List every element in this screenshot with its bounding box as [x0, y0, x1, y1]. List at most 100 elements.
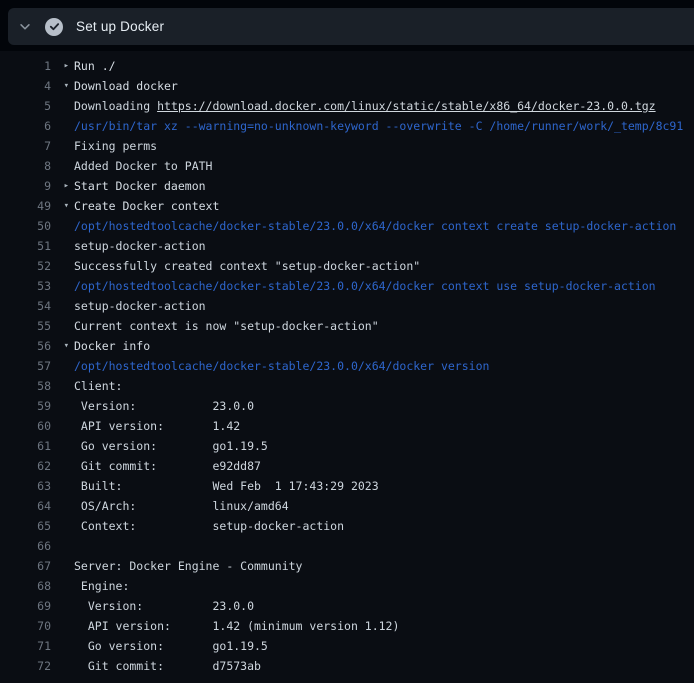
log: 1 ▸ Run ./ 4 ▾ Download docker 5 Downloa…: [0, 56, 694, 676]
group-gutter: [51, 436, 74, 456]
log-line-content: /opt/hostedtoolcache/docker-stable/23.0.…: [74, 216, 694, 236]
line-number[interactable]: 58: [0, 376, 51, 396]
log-line-content: Client:: [74, 376, 694, 396]
step-header[interactable]: Set up Docker: [8, 8, 694, 45]
line-number[interactable]: 63: [0, 476, 51, 496]
line-number[interactable]: 8: [0, 156, 51, 176]
log-line-content: /opt/hostedtoolcache/docker-stable/23.0.…: [74, 276, 694, 296]
line-number[interactable]: 9: [0, 176, 51, 196]
log-line: 62 Git commit: e92dd87: [0, 456, 694, 476]
line-number[interactable]: 62: [0, 456, 51, 476]
line-number[interactable]: 61: [0, 436, 51, 456]
group-gutter: [51, 596, 74, 616]
log-line: 55 Current context is now "setup-docker-…: [0, 316, 694, 336]
log-line: 60 API version: 1.42: [0, 416, 694, 436]
log-text: Git commit: d7573ab: [74, 659, 261, 673]
line-number[interactable]: 64: [0, 496, 51, 516]
line-number[interactable]: 72: [0, 656, 51, 676]
triangle-right-icon[interactable]: ▸: [51, 56, 74, 76]
group-gutter: [51, 356, 74, 376]
log-line: 61 Go version: go1.19.5: [0, 436, 694, 456]
log-line-content: OS/Arch: linux/amd64: [74, 496, 694, 516]
line-number[interactable]: 50: [0, 216, 51, 236]
log-line-content: Go version: go1.19.5: [74, 436, 694, 456]
group-gutter: [51, 396, 74, 416]
line-number[interactable]: 65: [0, 516, 51, 536]
line-number[interactable]: 53: [0, 276, 51, 296]
log-line-content: Go version: go1.19.5: [74, 636, 694, 656]
log-line: 51 setup-docker-action: [0, 236, 694, 256]
log-line-content: Start Docker daemon: [74, 176, 694, 196]
line-number[interactable]: 67: [0, 556, 51, 576]
log-text: OS/Arch: linux/amd64: [74, 499, 289, 513]
triangle-down-icon[interactable]: ▾: [51, 336, 74, 356]
chevron-down-icon[interactable]: [17, 19, 33, 35]
log-line-content: Successfully created context "setup-dock…: [74, 256, 694, 276]
line-number[interactable]: 7: [0, 136, 51, 156]
line-number[interactable]: 54: [0, 296, 51, 316]
triangle-down-icon[interactable]: ▾: [51, 76, 74, 96]
log-text: API version: 1.42 (minimum version 1.12): [74, 619, 399, 633]
log-group-line[interactable]: 49 ▾ Create Docker context: [0, 196, 694, 216]
line-number[interactable]: 68: [0, 576, 51, 596]
log-line: 7 Fixing perms: [0, 136, 694, 156]
log-line-content: Version: 23.0.0: [74, 396, 694, 416]
log-line-content: Added Docker to PATH: [74, 156, 694, 176]
log-line-content: API version: 1.42: [74, 416, 694, 436]
line-number[interactable]: 6: [0, 116, 51, 136]
line-number[interactable]: 66: [0, 536, 51, 556]
line-number[interactable]: 5: [0, 96, 51, 116]
line-number[interactable]: 59: [0, 396, 51, 416]
line-number[interactable]: 1: [0, 56, 51, 76]
group-gutter: [51, 656, 74, 676]
log-text: setup-docker-action: [74, 239, 206, 253]
line-number[interactable]: 4: [0, 76, 51, 96]
log-group-line[interactable]: 56 ▾ Docker info: [0, 336, 694, 356]
check-circle-icon: [45, 18, 63, 36]
log-text: Context: setup-docker-action: [74, 519, 344, 533]
line-number[interactable]: 56: [0, 336, 51, 356]
group-title-text: Create Docker context: [74, 199, 219, 213]
line-number[interactable]: 57: [0, 356, 51, 376]
log-line: 59 Version: 23.0.0: [0, 396, 694, 416]
log-line: 5 Downloading https://download.docker.co…: [0, 96, 694, 116]
line-number[interactable]: 52: [0, 256, 51, 276]
group-gutter: [51, 296, 74, 316]
log-group-line[interactable]: 4 ▾ Download docker: [0, 76, 694, 96]
line-number[interactable]: 71: [0, 636, 51, 656]
group-title-text: Start Docker daemon: [74, 179, 206, 193]
line-number[interactable]: 51: [0, 236, 51, 256]
group-gutter: [51, 636, 74, 656]
log-text: API version: 1.42: [74, 419, 240, 433]
log-line: 67 Server: Docker Engine - Community: [0, 556, 694, 576]
log-line: 64 OS/Arch: linux/amd64: [0, 496, 694, 516]
line-number[interactable]: 49: [0, 196, 51, 216]
log-line-content: Engine:: [74, 576, 694, 596]
log-link[interactable]: https://download.docker.com/linux/static…: [157, 99, 656, 113]
group-gutter: [51, 496, 74, 516]
triangle-right-icon[interactable]: ▸: [51, 176, 74, 196]
group-gutter: [51, 216, 74, 236]
group-gutter: [51, 316, 74, 336]
line-number[interactable]: 60: [0, 416, 51, 436]
log-text: Server: Docker Engine - Community: [74, 559, 302, 573]
group-gutter: [51, 376, 74, 396]
log-line: 53 /opt/hostedtoolcache/docker-stable/23…: [0, 276, 694, 296]
line-number[interactable]: 69: [0, 596, 51, 616]
log-group-line[interactable]: 9 ▸ Start Docker daemon: [0, 176, 694, 196]
group-gutter: [51, 276, 74, 296]
log-line-content: setup-docker-action: [74, 236, 694, 256]
log-line: 57 /opt/hostedtoolcache/docker-stable/23…: [0, 356, 694, 376]
log-command-text: /opt/hostedtoolcache/docker-stable/23.0.…: [74, 279, 656, 293]
log-line: 54 setup-docker-action: [0, 296, 694, 316]
log-line: 50 /opt/hostedtoolcache/docker-stable/23…: [0, 216, 694, 236]
line-number[interactable]: 70: [0, 616, 51, 636]
line-number[interactable]: 55: [0, 316, 51, 336]
log-text: Fixing perms: [74, 139, 157, 153]
log-line-content: [74, 536, 694, 556]
log-line: 6 /usr/bin/tar xz --warning=no-unknown-k…: [0, 116, 694, 136]
log-text: Version: 23.0.0: [74, 599, 254, 613]
log-group-line[interactable]: 1 ▸ Run ./: [0, 56, 694, 76]
triangle-down-icon[interactable]: ▾: [51, 196, 74, 216]
log-line-content: /usr/bin/tar xz --warning=no-unknown-key…: [74, 116, 694, 136]
